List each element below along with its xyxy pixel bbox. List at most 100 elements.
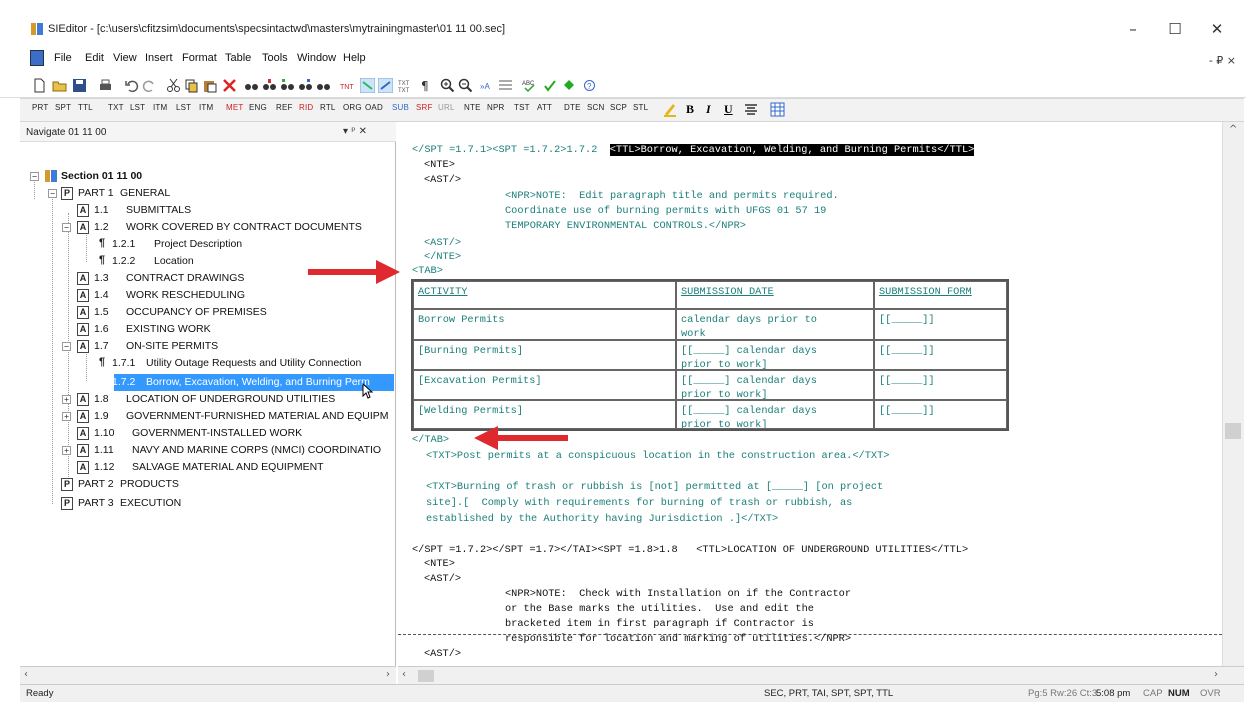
editor-line[interactable]: <AST/>	[424, 236, 461, 250]
tree-node-part1[interactable]: − P PART 1 GENERAL	[24, 185, 394, 202]
expand-icon[interactable]: +	[62, 395, 71, 404]
validate-icon[interactable]	[542, 78, 557, 93]
tree-node-1-8[interactable]: + A 1.8 LOCATION OF UNDERGROUND UTILITIE…	[24, 391, 394, 408]
menu-window[interactable]: Window	[297, 52, 336, 64]
tree-node-part2[interactable]: P PART 2 PRODUCTS	[24, 476, 394, 493]
editor-line[interactable]: <NPR>NOTE: Check with Installation on if…	[505, 587, 851, 601]
spell-check-icon[interactable]: ABC	[522, 78, 537, 93]
bookmark-icon[interactable]	[562, 78, 577, 93]
tag-button-prt[interactable]: PRT	[32, 103, 48, 112]
table-cell[interactable]: [Excavation Permits]	[413, 370, 676, 400]
editor-line[interactable]: <NTE>	[424, 158, 455, 172]
help-icon[interactable]: ?	[582, 78, 597, 93]
tag-button-lst[interactable]: LST	[130, 103, 145, 112]
tag-button-rid[interactable]: RID	[299, 103, 313, 112]
italic-icon[interactable]: I	[706, 102, 711, 117]
new-file-icon[interactable]	[32, 78, 47, 93]
scrollbar-thumb[interactable]	[418, 670, 434, 682]
scroll-up-icon[interactable]: ^	[1229, 124, 1237, 135]
editor-line[interactable]: <AST/>	[424, 173, 461, 187]
delete-icon[interactable]	[222, 78, 237, 93]
collapse-icon[interactable]: −	[48, 189, 57, 198]
tag-button-oad[interactable]: OAD	[365, 103, 383, 112]
tree-node-1-2-1[interactable]: ¶ 1.2.1 Project Description	[24, 236, 394, 253]
center-align-icon[interactable]	[744, 103, 758, 116]
tag-button-stl[interactable]: STL	[633, 103, 648, 112]
tree-node-1-10[interactable]: A 1.10 GOVERNMENT-INSTALLED WORK	[24, 425, 394, 442]
tag-button-itm[interactable]: ITM	[153, 103, 167, 112]
redo-icon[interactable]	[142, 78, 157, 93]
tree-node-1-7-2-selected[interactable]: ¶ 1.7.2 Borrow, Excavation, Welding, and…	[24, 374, 394, 391]
editor-vertical-scrollbar[interactable]: ^	[1222, 122, 1244, 666]
tree-node-1-11[interactable]: + A 1.11 NAVY AND MARINE CORPS (NMCI) CO…	[24, 442, 394, 459]
tag-button-srf[interactable]: SRF	[416, 103, 433, 112]
menu-tools[interactable]: Tools	[262, 52, 288, 64]
tree-node-1-2[interactable]: − A 1.2 WORK COVERED BY CONTRACT DOCUMEN…	[24, 219, 394, 236]
tag-button-npr[interactable]: NPR	[487, 103, 505, 112]
editor-line[interactable]: <TXT>Burning of trash or rubbish is [not…	[426, 480, 883, 494]
table-cell[interactable]: Borrow Permits	[413, 309, 676, 340]
table-header-cell[interactable]: SUBMISSION FORM	[874, 281, 1007, 309]
print-icon[interactable]	[98, 78, 113, 93]
editor-line[interactable]: <NPR>NOTE: Edit paragraph title and perm…	[505, 189, 839, 203]
tag-button-sub[interactable]: SUB	[392, 103, 409, 112]
scroll-right-icon[interactable]: ›	[1214, 669, 1218, 680]
tag-button-itm-2[interactable]: ITM	[199, 103, 213, 112]
find-next-icon[interactable]	[262, 78, 277, 93]
insert-text-icon[interactable]: »A	[480, 78, 495, 93]
tag-button-spt[interactable]: SPT	[55, 103, 71, 112]
expand-icon[interactable]: +	[62, 412, 71, 421]
expand-icon[interactable]: +	[62, 446, 71, 455]
paste-icon[interactable]	[202, 78, 217, 93]
find-icon[interactable]	[244, 78, 259, 93]
open-folder-icon[interactable]	[52, 78, 67, 93]
underline-icon[interactable]: U	[724, 102, 733, 117]
tree-node-1-12[interactable]: A 1.12 SALVAGE MATERIAL AND EQUIPMENT	[24, 459, 394, 476]
table-cell[interactable]: [[_____] calendar days prior to work]	[676, 370, 874, 401]
table-header-cell[interactable]: ACTIVITY	[413, 281, 676, 309]
cut-icon[interactable]	[166, 78, 181, 93]
align-icon[interactable]	[498, 78, 513, 93]
table-cell[interactable]: [[_____]]	[874, 400, 1007, 429]
menu-table[interactable]: Table	[225, 52, 251, 64]
tag-button-met[interactable]: MET	[226, 103, 244, 112]
menu-format[interactable]: Format	[182, 52, 217, 64]
tag-button-eng[interactable]: ENG	[249, 103, 267, 112]
document-icon[interactable]	[30, 50, 44, 66]
table-cell[interactable]: [[_____]]	[874, 370, 1007, 400]
undo-icon[interactable]	[124, 78, 139, 93]
editor-line[interactable]: bracketed item in first paragraph if Con…	[505, 617, 814, 631]
menu-edit[interactable]: Edit	[85, 52, 104, 64]
table-cell[interactable]: [[_____]]	[874, 340, 1007, 370]
editor-line[interactable]: responsible for location and marking of …	[505, 632, 851, 646]
collapse-icon[interactable]: −	[30, 172, 39, 181]
tag-button-dte[interactable]: DTE	[564, 103, 581, 112]
hide-tags-icon[interactable]	[378, 78, 393, 93]
scrollbar-thumb[interactable]	[1225, 423, 1241, 439]
find-all-icon[interactable]	[316, 78, 331, 93]
zoom-out-icon[interactable]	[458, 78, 473, 93]
tag-button-nte[interactable]: NTE	[464, 103, 481, 112]
highlight-icon[interactable]	[662, 101, 678, 117]
copy-icon[interactable]	[184, 78, 199, 93]
table-header-cell[interactable]: SUBMISSION DATE	[676, 281, 874, 309]
editor-line[interactable]: TEMPORARY ENVIRONMENTAL CONTROLS.</NPR>	[505, 219, 746, 233]
editor-line[interactable]: </NTE>	[424, 250, 461, 264]
navigation-panel-controls[interactable]: ▾ ᵖ ✕	[343, 126, 367, 137]
editor-line[interactable]: site].[ Comply with requirements for bur…	[426, 496, 852, 510]
editor-horizontal-scrollbar[interactable]: ‹ ›	[398, 666, 1244, 684]
find-tag-icon[interactable]	[298, 78, 313, 93]
tag-button-att[interactable]: ATT	[537, 103, 552, 112]
table-cell[interactable]: [[_____] calendar days prior to work]	[676, 340, 874, 371]
scroll-left-icon[interactable]: ‹	[24, 669, 28, 680]
menu-insert[interactable]: Insert	[145, 52, 173, 64]
close-button[interactable]: ✕	[1202, 18, 1232, 40]
replace-icon[interactable]	[280, 78, 295, 93]
scroll-right-icon[interactable]: ›	[386, 669, 390, 680]
collapse-icon[interactable]: −	[62, 342, 71, 351]
navigation-horizontal-scrollbar[interactable]: ‹ ›	[20, 666, 396, 684]
tree-node-1-4[interactable]: A 1.4 WORK RESCHEDULING	[24, 287, 394, 304]
editor-line[interactable]: established by the Authority having Juri…	[426, 512, 778, 526]
editor-line[interactable]: Coordinate use of burning permits with U…	[505, 204, 826, 218]
scroll-left-icon[interactable]: ‹	[402, 669, 406, 680]
